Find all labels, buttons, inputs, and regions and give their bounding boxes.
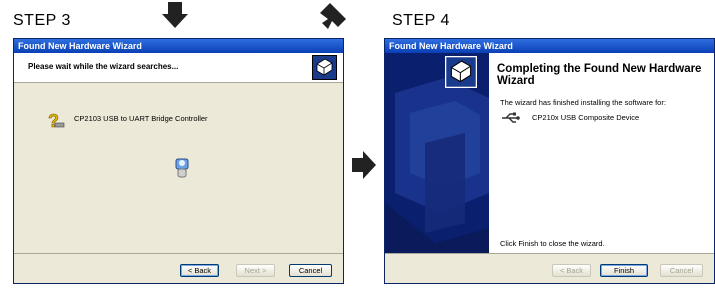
- finish-note: Click Finish to close the wizard.: [500, 239, 605, 248]
- search-flashlight-icon: [175, 158, 189, 178]
- back-button[interactable]: < Back: [180, 264, 219, 277]
- step-4-label: STEP 4: [392, 12, 450, 29]
- window-title: Found New Hardware Wizard: [385, 39, 714, 53]
- diagonal-arrow-icon: [320, 3, 346, 29]
- right-arrow-icon: [352, 151, 376, 179]
- cancel-button[interactable]: Cancel: [660, 264, 703, 277]
- wizard-complete-window: Found New Hardware Wizard Completing the…: [384, 38, 715, 284]
- device-name: CP2103 USB to UART Bridge Controller: [74, 114, 208, 123]
- svg-text:?: ?: [48, 111, 59, 131]
- wizard-content: ? CP2103 USB to UART Bridge Controller: [14, 83, 343, 253]
- hardware-wizard-icon: [445, 56, 477, 88]
- back-button[interactable]: < Back: [552, 264, 591, 277]
- completion-message: The wizard has finished installing the s…: [500, 98, 666, 107]
- button-separator: [14, 253, 343, 254]
- question-hardware-icon: ?: [48, 111, 65, 131]
- installed-device: CP210x USB Composite Device: [532, 113, 640, 122]
- header-text: Please wait while the wizard searches...: [28, 62, 179, 71]
- window-title: Found New Hardware Wizard: [14, 39, 343, 53]
- usb-icon: [502, 112, 520, 123]
- completion-heading: Completing the Found New Hardware Wizard: [497, 63, 702, 87]
- next-button[interactable]: Next >: [236, 264, 275, 277]
- cancel-button[interactable]: Cancel: [289, 264, 332, 277]
- wizard-side-panel: [385, 53, 489, 253]
- hardware-wizard-icon: [312, 55, 337, 80]
- wizard-search-window: Found New Hardware Wizard Please wait wh…: [13, 38, 344, 284]
- finish-button[interactable]: Finish: [600, 264, 648, 277]
- wizard-header: Please wait while the wizard searches...: [14, 53, 343, 83]
- button-separator: [385, 253, 714, 254]
- step-3-label: STEP 3: [13, 12, 71, 29]
- down-arrow-icon: [162, 2, 188, 28]
